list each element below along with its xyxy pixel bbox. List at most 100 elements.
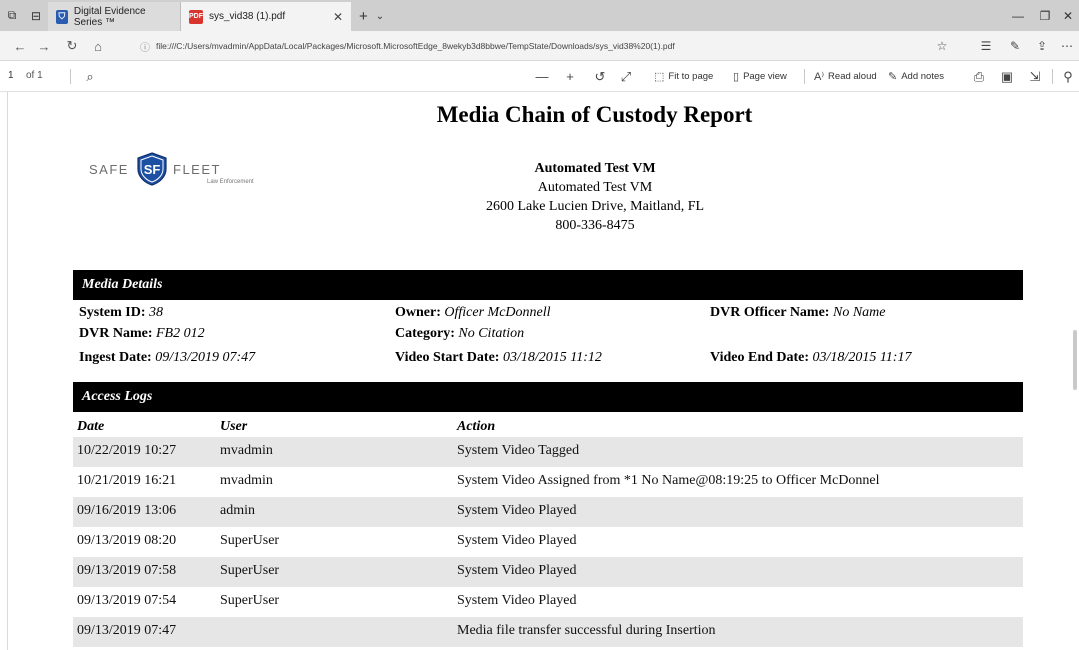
logo-mark: SF: [144, 162, 161, 177]
cell-date: 09/13/2019 08:20: [77, 533, 177, 548]
tab-pdf[interactable]: PDF sys_vid38 (1).pdf ✕: [181, 2, 351, 31]
logo-shield-icon: SF: [137, 152, 167, 186]
cell-user: SuperUser: [220, 533, 280, 548]
logo-subtitle: Law Enforcement: [207, 179, 254, 185]
field-value: No Citation: [458, 326, 525, 341]
dvr-officer-field: DVR Officer Name: No Name: [710, 305, 885, 321]
pen-icon: ✎: [888, 71, 898, 83]
organization-block: Automated Test VM Automated Test VM 2600…: [430, 159, 760, 235]
pin-toolbar-icon[interactable]: ⚲: [1058, 61, 1078, 92]
field-label: Ingest Date:: [79, 350, 152, 365]
fullscreen-icon[interactable]: ⤢: [616, 61, 636, 92]
forward-arrow-icon[interactable]: →: [32, 31, 56, 61]
cell-action: System Video Assigned from *1 No Name@08…: [457, 473, 880, 488]
new-tab-button[interactable]: +: [351, 2, 376, 31]
save-as-icon[interactable]: ⇲: [1024, 61, 1046, 92]
column-header-user: User: [220, 419, 248, 434]
field-label: System ID:: [79, 305, 146, 320]
home-icon[interactable]: ⌂: [86, 31, 110, 61]
tab-digital-evidence[interactable]: ⛉ Digital Evidence Series ™: [48, 2, 181, 31]
back-arrow-icon[interactable]: ←: [8, 31, 32, 61]
toolbar-divider: [70, 69, 71, 84]
field-label: DVR Name:: [79, 326, 153, 341]
web-notes-icon[interactable]: ✎: [1003, 31, 1027, 61]
set-tabs-aside-icon[interactable]: ⧉: [0, 0, 24, 31]
chevron-down-icon[interactable]: ⌄: [376, 2, 384, 31]
read-aloud-label: Read aloud: [828, 71, 877, 82]
add-notes-button[interactable]: ✎ Add notes: [888, 61, 944, 92]
field-value: No Name: [832, 305, 886, 320]
address-bar-row: ← → ↻ ⌂ ⓘ file:///C:/Users/mvadmin/AppDa…: [0, 31, 1079, 61]
save-icon[interactable]: ▣: [996, 61, 1018, 92]
close-window-button[interactable]: ✕: [1053, 0, 1079, 31]
refresh-icon[interactable]: ↻: [60, 31, 84, 61]
org-address: 2600 Lake Lucien Drive, Maitland, FL: [485, 199, 705, 214]
table-row: 10/22/2019 10:27 mvadmin System Video Ta…: [73, 437, 1023, 467]
page-number-input[interactable]: 1: [8, 70, 14, 81]
fit-page-icon: ⬚: [654, 71, 665, 83]
category-field: Category: No Citation: [395, 326, 524, 342]
field-label: Video End Date:: [710, 350, 810, 365]
cell-action: System Video Tagged: [457, 443, 580, 458]
cell-user: SuperUser: [220, 593, 280, 608]
cell-date: 09/13/2019 07:47: [77, 623, 177, 638]
fit-to-page-button[interactable]: ⬚ Fit to page: [654, 61, 713, 92]
cell-date: 09/13/2019 07:54: [77, 593, 177, 608]
cell-user: admin: [220, 503, 255, 518]
dvr-name-field: DVR Name: FB2 012: [79, 326, 205, 342]
video-start-field: Video Start Date: 03/18/2015 11:12: [395, 350, 602, 366]
pdf-toolbar: 1 of 1 ⌕ — + ↺ ⤢ ⬚ Fit to page ▯ Page vi…: [0, 61, 1079, 92]
access-logs-heading: Access Logs: [73, 382, 1023, 412]
field-value: FB2 012: [155, 326, 205, 341]
field-value: 09/13/2019 07:47: [155, 350, 256, 365]
page-view-button[interactable]: ▯ Page view: [733, 61, 787, 92]
org-name: Automated Test VM: [537, 180, 653, 195]
read-aloud-icon: A⁾: [814, 71, 825, 83]
field-value: 03/18/2015 11:12: [502, 350, 602, 365]
pdf-page: Media Chain of Custody Report SAFE SF FL…: [0, 92, 1079, 650]
org-name-bold: Automated Test VM: [534, 161, 656, 176]
cell-action: System Video Played: [457, 503, 577, 518]
toolbar-divider: [804, 69, 805, 84]
tab-strip: ⧉ ⊟ ⛉ Digital Evidence Series ™ PDF sys_…: [0, 0, 1079, 31]
field-value: 38: [149, 305, 163, 320]
cell-date: 09/13/2019 07:58: [77, 563, 177, 578]
rotate-icon[interactable]: ↺: [590, 61, 610, 92]
address-field[interactable]: ⓘ file:///C:/Users/mvadmin/AppData/Local…: [140, 37, 780, 55]
zoom-in-icon[interactable]: +: [560, 61, 580, 92]
close-tab-icon[interactable]: ✕: [333, 10, 343, 24]
table-row: 09/13/2019 07:47 Media file transfer suc…: [73, 617, 1023, 647]
minimize-button[interactable]: —: [1003, 0, 1033, 31]
share-icon[interactable]: ⇪: [1030, 31, 1054, 61]
search-icon[interactable]: ⌕: [80, 61, 100, 92]
add-notes-label: Add notes: [901, 71, 945, 82]
favorite-star-icon[interactable]: ☆: [930, 31, 954, 61]
org-phone: 800-336-8475: [555, 218, 635, 233]
column-header-action: Action: [457, 419, 496, 434]
field-label: DVR Officer Name:: [710, 305, 830, 320]
cell-user: mvadmin: [220, 473, 273, 488]
video-end-field: Video End Date: 03/18/2015 11:17: [710, 350, 911, 366]
favorites-hub-icon[interactable]: ☰: [974, 31, 998, 61]
fit-to-page-label: Fit to page: [668, 71, 714, 82]
tab-preview-icon[interactable]: ⊟: [24, 0, 48, 31]
page-view-label: Page view: [743, 71, 787, 82]
cell-user: mvadmin: [220, 443, 273, 458]
cell-action: Media file transfer successful during In…: [457, 623, 716, 638]
zoom-out-icon[interactable]: —: [532, 61, 552, 92]
print-icon[interactable]: ⎙: [968, 61, 990, 92]
cell-date: 09/16/2019 13:06: [77, 503, 177, 518]
table-row: 10/21/2019 16:21 mvadmin System Video As…: [73, 467, 1023, 497]
logo-text-fleet: FLEET: [173, 162, 221, 177]
column-header-date: Date: [77, 419, 105, 434]
scrollbar-thumb[interactable]: [1073, 330, 1077, 390]
field-value: 03/18/2015 11:17: [812, 350, 912, 365]
page-total: of 1: [26, 70, 43, 81]
cell-action: System Video Played: [457, 563, 577, 578]
media-details-heading: Media Details: [73, 270, 1023, 300]
more-icon[interactable]: ⋯: [1055, 31, 1079, 61]
cell-action: System Video Played: [457, 533, 577, 548]
read-aloud-button[interactable]: A⁾ Read aloud: [814, 61, 877, 92]
cell-user: SuperUser: [220, 563, 280, 578]
info-icon[interactable]: ⓘ: [140, 39, 150, 54]
